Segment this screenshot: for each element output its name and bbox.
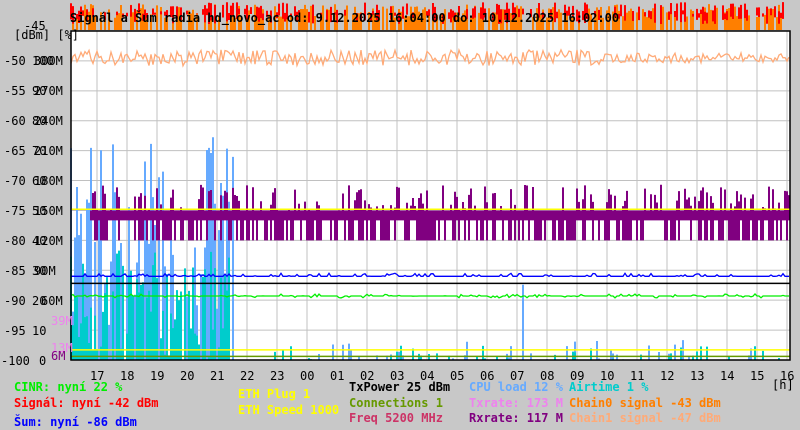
legend-cpu: CPU load 12 % — [469, 380, 563, 394]
y-tick-dbm: -60 — [4, 114, 26, 128]
y-tick-rate: 300M — [34, 54, 63, 68]
y-tick-percent: 0 — [39, 354, 47, 368]
legend-connections: Connections 1 — [349, 396, 443, 410]
legend-txrate: Txrate: 173 M — [469, 396, 563, 410]
x-tick: 13 — [690, 369, 705, 383]
y-tick-dbm: -100 — [1, 354, 30, 368]
legend-chain1: Chain1 signal -47 dBm — [569, 411, 721, 425]
y-tick-dbm: -85 — [4, 264, 26, 278]
legend-noise: Šum: nyní -86 dBm — [14, 415, 137, 429]
legend-eth-speed: ETH Speed 1000 — [238, 403, 340, 417]
chart-root: Signál a Šum radia hd_novo_ac od: 9.12.2… — [0, 0, 800, 430]
y-tick-rate-extra: 6M — [51, 349, 66, 363]
y-tick-rate: 240M — [34, 114, 63, 128]
x-tick: 21 — [210, 369, 225, 383]
x-tick: 05 — [450, 369, 465, 383]
legend-airtime: Airtime 1 % — [569, 380, 649, 394]
y-tick-rate: 120M — [34, 234, 63, 248]
chart-title: Signál a Šum radia hd_novo_ac od: 9.12.2… — [70, 11, 620, 25]
chart-svg — [70, 2, 791, 361]
y-tick-rate: 150M — [34, 204, 63, 218]
y-tick-dbm: -65 — [4, 144, 26, 158]
x-tick: 15 — [750, 369, 765, 383]
y-tick-dbm: -95 — [4, 324, 26, 338]
y-tick-rate: 90M — [34, 264, 56, 278]
y-tick-rate: 60M — [41, 294, 63, 308]
y-tick-dbm: -75 — [4, 204, 26, 218]
x-tick: 20 — [180, 369, 195, 383]
x-tick: 19 — [150, 369, 165, 383]
x-tick: 14 — [720, 369, 735, 383]
legend-signal: Signál: nyní -42 dBm — [14, 396, 159, 410]
y-tick-dbm: -45 — [24, 19, 46, 33]
y-tick-dbm: -50 — [4, 54, 26, 68]
y-tick-dbm: -80 — [4, 234, 26, 248]
y-tick-rate-extra: 39M — [51, 314, 73, 328]
legend-freq: Freq 5200 MHz — [349, 411, 443, 425]
x-tick: 23 — [270, 369, 285, 383]
y-tick-rate: 210M — [34, 144, 63, 158]
legend-cinr: CINR: nyní 22 % — [14, 380, 123, 394]
x-tick: 01 — [330, 369, 345, 383]
y-tick-dbm: -90 — [4, 294, 26, 308]
x-axis-unit: [h] — [772, 378, 794, 392]
y-tick-dbm: -55 — [4, 84, 26, 98]
legend-eth-plug: ETH Plug 1 — [238, 387, 311, 401]
x-tick: 12 — [660, 369, 675, 383]
x-tick: 00 — [300, 369, 315, 383]
legend-chain0: Chain0 signal -43 dBm — [569, 396, 721, 410]
legend-txpower: TxPower 25 dBm — [349, 380, 451, 394]
y-tick-percent: 10 — [32, 324, 47, 338]
y-tick-dbm: -70 — [4, 174, 26, 188]
legend-rxrate: Rxrate: 117 M — [469, 411, 563, 425]
y-tick-rate: 270M — [34, 84, 63, 98]
x-tick: 22 — [240, 369, 255, 383]
y-tick-rate: 180M — [34, 174, 63, 188]
